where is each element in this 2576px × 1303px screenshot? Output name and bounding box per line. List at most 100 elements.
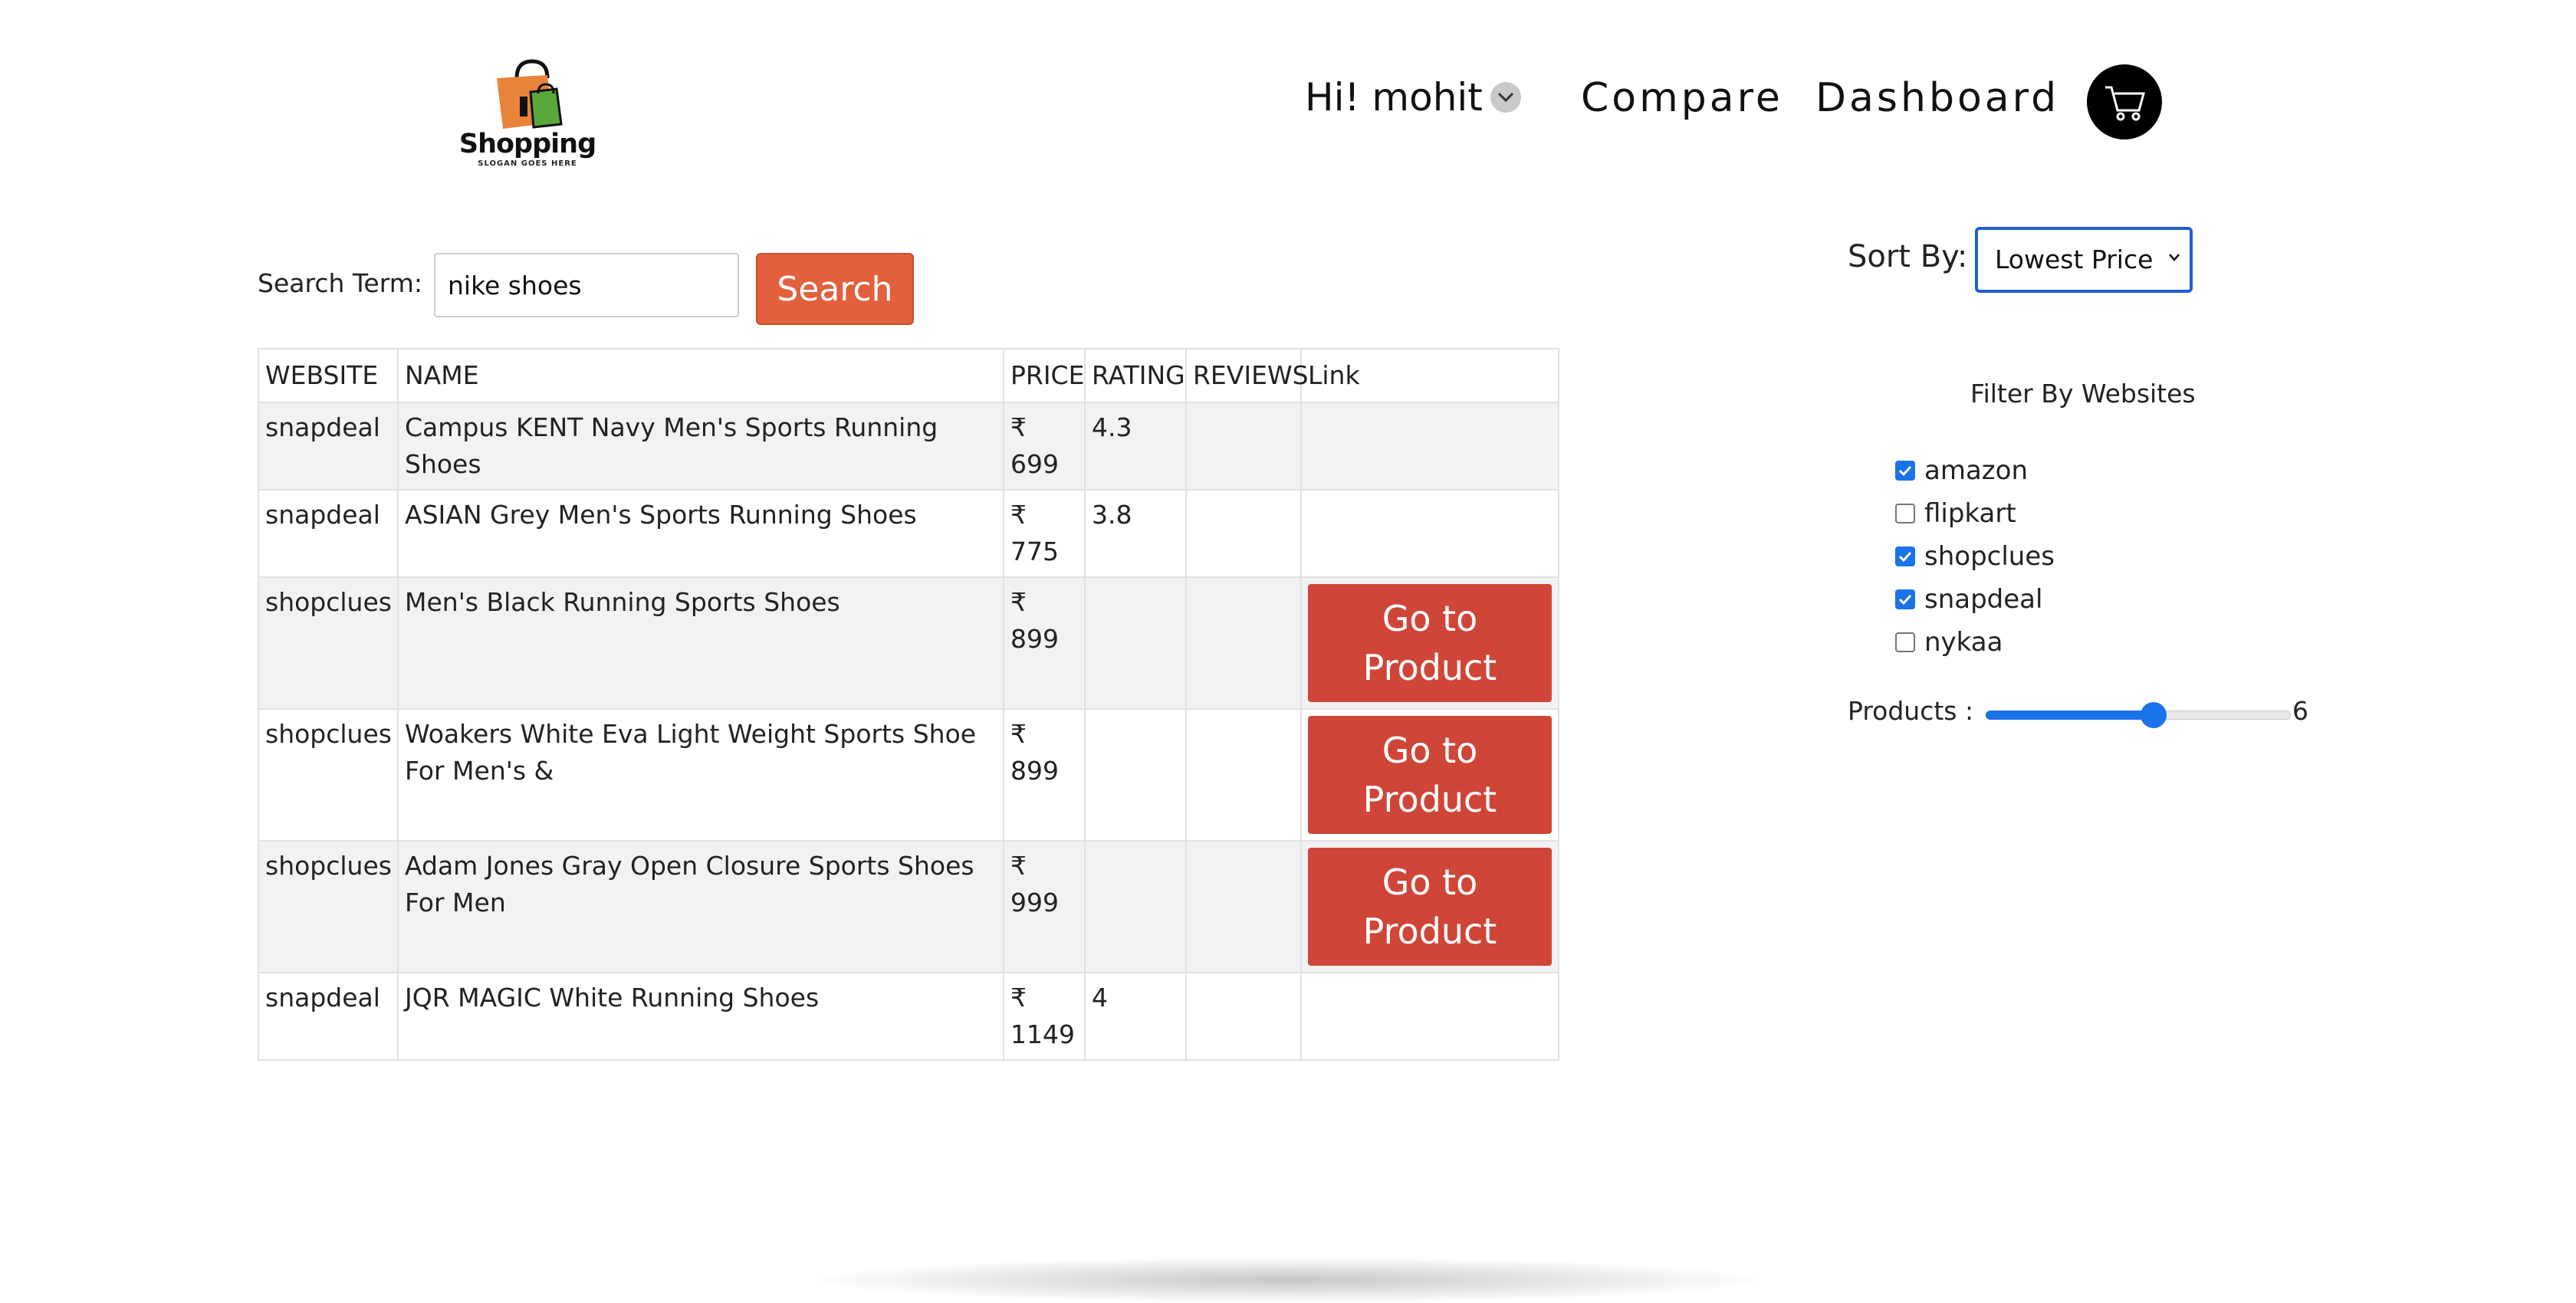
cell-rating: 4.3 [1084,402,1187,491]
checkbox-checked[interactable] [1895,461,1915,481]
cell-name: ASIAN Grey Men's Sports Running Shoes [397,489,1004,578]
cell-link: Go to Product [1300,840,1559,973]
cell-link: Go to Product [1300,708,1559,842]
currency-symbol: ₹ [1010,412,1027,442]
cell-name: Adam Jones Gray Open Closure Sports Shoe… [397,840,1004,973]
cell-price: ₹899 [1003,708,1086,842]
filter-option-snapdeal[interactable]: snapdeal [1895,578,2055,621]
cell-price: ₹899 [1003,576,1086,710]
cell-link [1300,972,1559,1061]
products-count: 6 [2292,696,2308,726]
column-header: RATING [1084,348,1187,403]
currency-symbol: ₹ [1010,500,1027,530]
cell-reviews [1185,708,1302,842]
go-to-product-button[interactable]: Go to Product [1308,716,1552,834]
logo-slogan: SLOGAN GOES HERE [478,159,577,168]
sort-select[interactable]: Lowest Price [1975,227,2193,293]
cell-reviews [1185,402,1302,491]
price-value: 899 [1010,624,1059,654]
cell-reviews [1185,489,1302,578]
cell-name: Men's Black Running Sports Shoes [397,576,1004,710]
currency-symbol: ₹ [1010,983,1027,1013]
nav-compare-link[interactable]: Compare [1581,75,1783,121]
cart-icon [2105,86,2145,121]
filter-option-flipkart[interactable]: flipkart [1895,492,2055,535]
cell-website: snapdeal [258,402,399,491]
currency-symbol: ₹ [1010,587,1027,617]
cell-rating [1084,708,1187,842]
table-header-row: WEBSITE NAME PRICE RATING REVIEWS Link [258,348,1559,403]
cell-link [1300,489,1559,578]
currency-symbol: ₹ [1010,719,1027,749]
filter-label: amazon [1924,455,2028,486]
column-header: WEBSITE [258,348,399,403]
cell-website: snapdeal [258,972,399,1061]
filter-label: shopclues [1924,541,2055,572]
products-slider[interactable] [1986,702,2291,728]
cell-website: shopclues [258,708,399,842]
website-filter-list: amazon flipkart shopclues snapdeal nykaa [1895,449,2055,664]
cell-link: Go to Product [1300,576,1559,710]
slider-fill [1986,711,2154,720]
table-row: snapdeal ASIAN Grey Men's Sports Running… [258,489,1559,578]
search-label: Search Term: [258,268,422,298]
column-header: NAME [397,348,1004,403]
products-label: Products : [1848,696,1974,726]
cell-price: ₹999 [1003,840,1086,973]
table-row: shopclues Men's Black Running Sports Sho… [258,576,1559,710]
filter-title: Filter By Websites [1970,379,2196,409]
chevron-down-icon[interactable] [1490,81,1521,113]
nav-dashboard-link[interactable]: Dashboard [1815,75,2059,121]
user-greeting: Hi! mohit [1305,75,1483,120]
brand-logo[interactable]: Shopping SLOGAN GOES HERE [457,58,598,170]
currency-symbol: ₹ [1010,851,1027,881]
cell-price: ₹ 775 [1003,489,1086,578]
checkbox-unchecked[interactable] [1895,632,1915,652]
filter-option-nykaa[interactable]: nykaa [1895,621,2055,664]
cell-reviews [1185,840,1302,973]
checkbox-checked[interactable] [1895,546,1915,566]
table-row: snapdeal Campus KENT Navy Men's Sports R… [258,402,1559,491]
cell-rating [1084,840,1187,973]
checkbox-checked[interactable] [1895,589,1915,609]
cell-reviews [1185,576,1302,710]
column-header: REVIEWS [1185,348,1309,403]
filter-label: flipkart [1924,498,2016,529]
price-value: 899 [1010,756,1059,786]
go-to-product-button[interactable]: Go to Product [1308,848,1552,966]
bottom-shadow [797,1257,1779,1303]
chevron-down-icon [2169,254,2180,261]
cell-name: Campus KENT Navy Men's Sports Running Sh… [397,402,1004,491]
filter-option-shopclues[interactable]: shopclues [1895,535,2055,578]
cell-name: Woakers White Eva Light Weight Sports Sh… [397,708,1004,842]
table-row: shopclues Adam Jones Gray Open Closure S… [258,840,1559,973]
cell-website: shopclues [258,576,399,710]
price-value: 999 [1010,888,1059,917]
cell-reviews [1185,972,1302,1061]
filter-label: nykaa [1924,627,2003,658]
slider-thumb[interactable] [2141,702,2167,728]
cell-price: ₹699 [1003,402,1086,491]
go-to-product-button[interactable]: Go to Product [1308,584,1552,702]
search-input[interactable] [434,253,739,317]
price-value: 775 [1010,537,1059,566]
cell-rating: 4 [1084,972,1187,1061]
user-menu[interactable]: Hi! mohit [1305,75,1521,120]
results-table: WEBSITE NAME PRICE RATING REVIEWS Link s… [258,348,1559,1061]
filter-option-amazon[interactable]: amazon [1895,449,2055,492]
search-button[interactable]: Search [756,253,914,325]
column-header: PRICE [1003,348,1086,403]
checkbox-unchecked[interactable] [1895,504,1915,523]
table-row: shopclues Woakers White Eva Light Weight… [258,708,1559,842]
logo-wordmark: Shopping [458,129,596,159]
cell-link [1300,402,1559,491]
column-header: Link [1300,348,1559,403]
cell-rating: 3.8 [1084,489,1187,578]
sort-label: Sort By: [1848,239,1968,274]
price-value: 1149 [1010,1019,1075,1049]
shopping-bag-icon [497,59,563,129]
cart-button[interactable] [2087,64,2162,139]
cell-name: JQR MAGIC White Running Shoes [397,972,1004,1061]
cell-website: shopclues [258,840,399,973]
sort-selected-value: Lowest Price [1995,245,2154,274]
